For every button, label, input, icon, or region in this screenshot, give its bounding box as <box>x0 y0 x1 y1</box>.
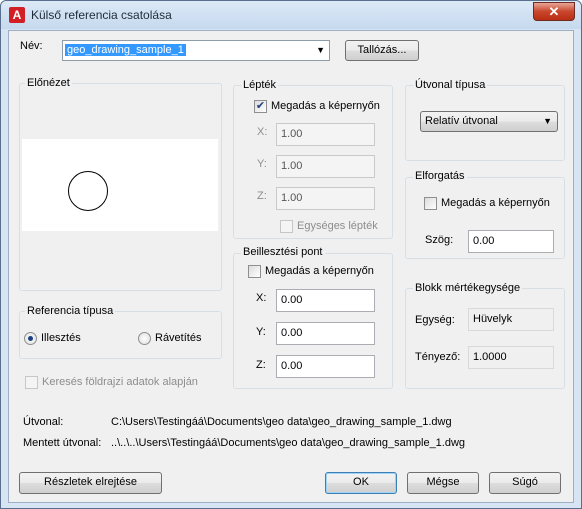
insertion-x-label: X: <box>256 292 267 304</box>
attach-label: Illesztés <box>41 332 81 344</box>
overlay-label: Rávetítés <box>155 332 202 344</box>
path-value: C:\Users\Testingáá\Documents\geo data\ge… <box>111 416 452 428</box>
chevron-down-icon: ▼ <box>316 45 325 55</box>
ok-button[interactable]: OK <box>325 472 397 494</box>
hide-details-button[interactable]: Részletek elrejtése <box>19 472 162 494</box>
name-combo-value: geo_drawing_sample_1 <box>65 44 186 56</box>
dialog-body: Név: geo_drawing_sample_1 ▼ Tallózás... … <box>8 30 574 503</box>
scale-z-label: Z: <box>257 190 267 202</box>
radio-selected-dot <box>28 336 33 341</box>
angle-field[interactable]: 0.00 <box>468 230 554 253</box>
insertion-point-title: Beillesztési pont <box>241 246 325 258</box>
factor-value: 1.0000 <box>468 346 554 369</box>
insertion-z-label: Z: <box>256 359 266 371</box>
scale-specify-label: Megadás a képernyőn <box>271 100 380 112</box>
xref-dialog-window: A Külső referencia csatolása ✕ Név: geo_… <box>0 0 582 509</box>
angle-label: Szög: <box>425 234 454 246</box>
rotation-specify-label: Megadás a képernyőn <box>441 197 550 209</box>
path-label: Útvonal: <box>23 416 64 428</box>
unit-value: Hüvelyk <box>468 308 554 331</box>
insertion-z-field[interactable]: 0.00 <box>276 355 375 378</box>
browse-button[interactable]: Tallózás... <box>345 40 419 61</box>
uniform-scale-label: Egységes lépték <box>297 220 378 232</box>
rotation-title: Elforgatás <box>413 170 467 182</box>
reference-type-title: Referencia típusa <box>25 305 116 317</box>
name-label: Név: <box>20 40 43 52</box>
unit-label: Egység: <box>415 314 455 326</box>
cancel-button[interactable]: Mégse <box>407 472 479 494</box>
path-type-title: Útvonal típusa <box>413 79 488 91</box>
autocad-logo-icon: A <box>9 7 25 23</box>
scale-x-field[interactable]: 1.00 <box>276 123 375 146</box>
chevron-down-icon: ▼ <box>543 116 552 126</box>
path-type-value: Relatív útvonal <box>425 115 498 127</box>
insertion-y-field[interactable]: 0.00 <box>276 322 375 345</box>
scale-z-field[interactable]: 1.00 <box>276 187 375 210</box>
insertion-specify-label: Megadás a képernyőn <box>265 265 374 277</box>
scale-y-field[interactable]: 1.00 <box>276 155 375 178</box>
attach-radio[interactable] <box>24 332 37 345</box>
scale-y-label: Y: <box>257 158 267 170</box>
preview-title: Előnézet <box>25 77 72 89</box>
geo-search-label: Keresés földrajzi adatok alapján <box>42 376 198 388</box>
insertion-specify-checkbox[interactable] <box>248 265 261 278</box>
block-unit-title: Blokk mértékegysége <box>413 282 523 294</box>
path-type-select[interactable]: Relatív útvonal ▼ <box>420 111 558 132</box>
insertion-x-field[interactable]: 0.00 <box>276 289 375 312</box>
block-unit-group <box>405 288 565 389</box>
preview-canvas <box>22 139 218 231</box>
saved-path-label: Mentett útvonal: <box>23 437 102 449</box>
uniform-scale-checkbox[interactable] <box>280 220 293 233</box>
overlay-radio[interactable] <box>138 332 151 345</box>
scale-title: Lépték <box>241 79 279 91</box>
help-button[interactable]: Súgó <box>489 472 561 494</box>
rotation-specify-checkbox[interactable] <box>424 197 437 210</box>
preview-circle-shape <box>68 171 108 211</box>
geo-search-checkbox[interactable] <box>25 376 38 389</box>
name-combo[interactable]: geo_drawing_sample_1 ▼ <box>62 40 330 61</box>
scale-specify-checkbox[interactable]: ✔ <box>254 100 267 113</box>
insertion-y-label: Y: <box>256 326 266 338</box>
saved-path-value: ..\..\..\Users\Testingáá\Documents\geo d… <box>111 437 466 449</box>
title-bar[interactable]: A Külső referencia csatolása ✕ <box>1 1 581 29</box>
scale-x-label: X: <box>257 126 268 138</box>
factor-label: Tényező: <box>415 351 461 363</box>
window-title: Külső referencia csatolása <box>31 8 172 22</box>
close-button[interactable]: ✕ <box>533 2 575 21</box>
